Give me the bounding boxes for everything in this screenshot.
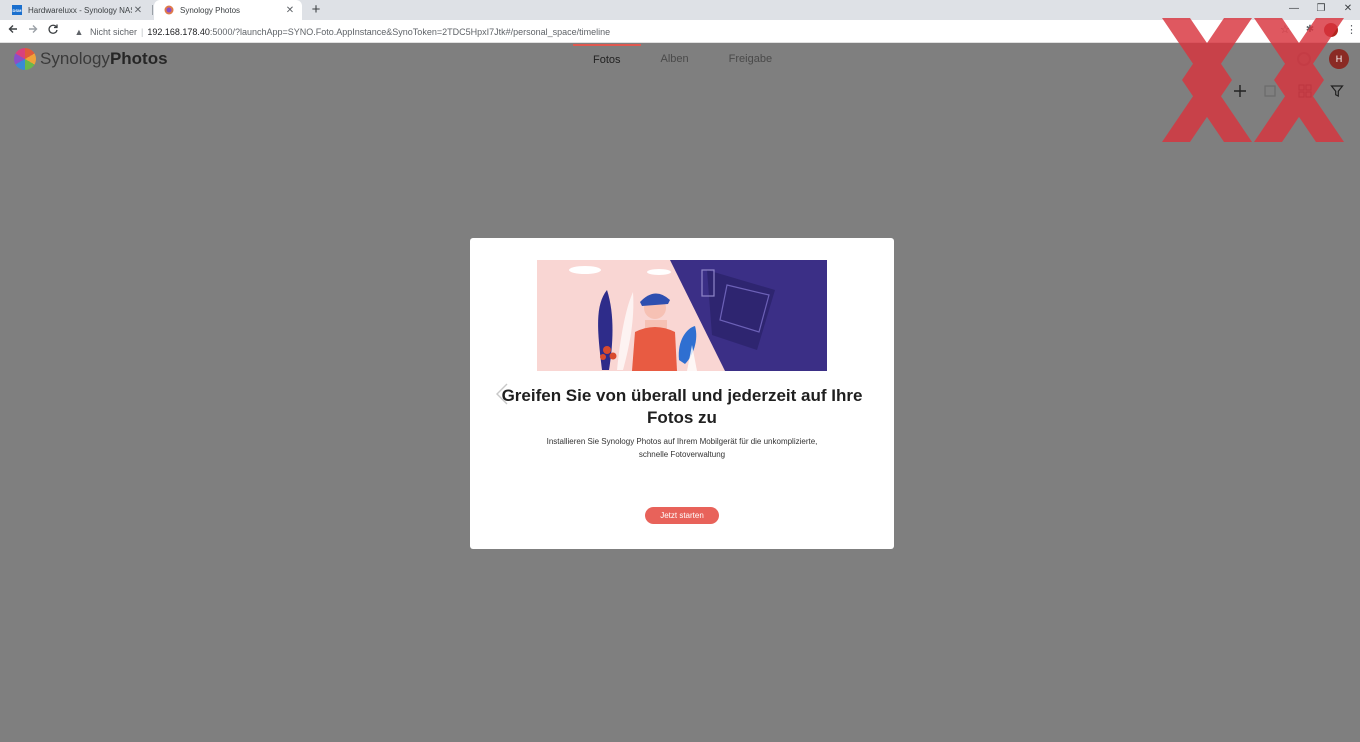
app-header: SynologyPhotos Fotos Alben Freigabe H: [0, 44, 1360, 76]
tab-fotos[interactable]: Fotos: [573, 44, 641, 76]
tab-divider: [152, 5, 153, 15]
restore-button[interactable]: ❐: [1307, 0, 1335, 20]
security-label: Nicht sicher: [90, 26, 138, 37]
main-nav: Fotos Alben Freigabe: [573, 44, 792, 76]
back-arrow-icon[interactable]: [5, 23, 21, 39]
synology-photos-icon: [164, 5, 174, 15]
address-bar[interactable]: ▲ Nicht sicher | 192.168.178.40 :5000/?l…: [68, 22, 1304, 41]
url-path: :5000/?launchApp=SYNO.Foto.AppInstance&S…: [209, 26, 611, 37]
warning-icon: ▲: [74, 26, 84, 37]
browser-toolbar: ▲ Nicht sicher | 192.168.178.40 :5000/?l…: [0, 20, 1360, 43]
browser-menu-icon[interactable]: ⋮: [1346, 23, 1357, 36]
address-divider: |: [141, 26, 144, 37]
logo-icon: [14, 48, 36, 70]
dialog-description: Installieren Sie Synology Photos auf Ihr…: [546, 437, 818, 459]
close-window-button[interactable]: ✕: [1334, 0, 1360, 20]
new-tab-button[interactable]: +: [308, 1, 324, 19]
dialog-title: Greifen Sie von überall und jederzeit au…: [501, 386, 863, 427]
browser-tab-synology-nas[interactable]: DSM Hardwareluxx - Synology NAS ✕: [2, 0, 150, 20]
welcome-dialog: Greifen Sie von überall und jederzeit au…: [470, 238, 894, 549]
browser-tab-synology-photos[interactable]: Synology Photos ✕: [154, 0, 302, 20]
dsm-icon: DSM: [12, 5, 22, 15]
tab-close-icon[interactable]: ✕: [132, 5, 144, 16]
forward-arrow-icon[interactable]: [25, 23, 41, 39]
tab-close-icon[interactable]: ✕: [284, 5, 296, 16]
tab-title: Hardwareluxx - Synology NAS: [28, 5, 132, 15]
tab-title: Synology Photos: [180, 5, 241, 15]
reload-icon[interactable]: [45, 23, 61, 39]
watermark-logo: [1162, 18, 1344, 142]
tab-alben[interactable]: Alben: [641, 44, 709, 76]
mobile-app-illustration: [537, 260, 827, 371]
minimize-button[interactable]: —: [1280, 0, 1308, 20]
tab-freigabe[interactable]: Freigabe: [709, 44, 792, 76]
browser-tab-strip: DSM Hardwareluxx - Synology NAS ✕ Synolo…: [0, 0, 1360, 20]
get-started-button[interactable]: Jetzt starten: [645, 507, 719, 524]
url-host: 192.168.178.40: [147, 26, 210, 37]
logo-text: SynologyPhotos: [40, 49, 168, 68]
synology-photos-logo[interactable]: SynologyPhotos: [14, 48, 168, 70]
